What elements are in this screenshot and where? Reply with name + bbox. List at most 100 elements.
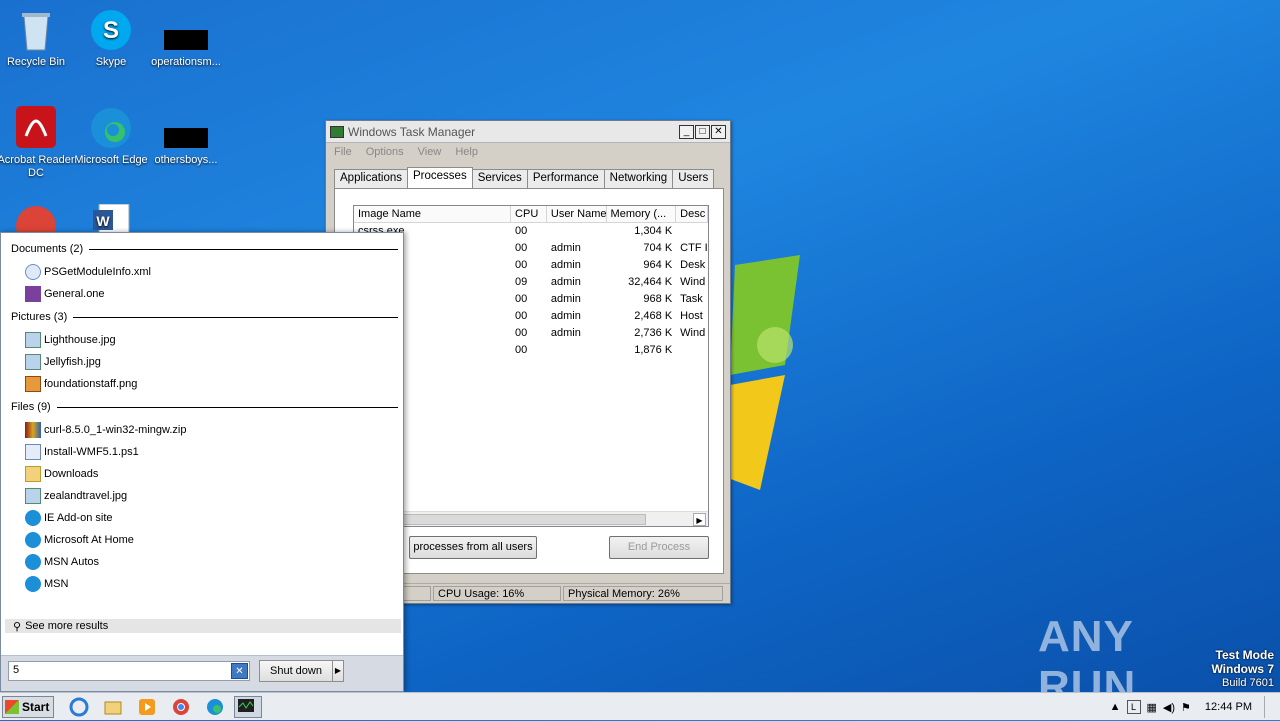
column-user-name[interactable]: User Name	[547, 206, 607, 222]
see-more-results[interactable]: ⚲ See more results	[5, 619, 401, 633]
result-psgetmoduleinfo[interactable]: PSGetModuleInfo.xml	[25, 262, 151, 282]
desktop-icon-acrobat[interactable]: Acrobat Reader DC	[0, 106, 76, 180]
process-memory-cell: 704 K	[643, 242, 673, 254]
taskbar-task-manager-icon[interactable]	[234, 696, 262, 718]
process-row[interactable]: exe09admin32,464 KWind	[354, 274, 708, 291]
result-foundationstaff[interactable]: foundationstaff.png	[25, 374, 137, 394]
maximize-button[interactable]: □	[695, 124, 710, 139]
desktop-icon-skype[interactable]: S Skype	[71, 8, 151, 69]
tray-volume-icon[interactable]: ◀)	[1163, 701, 1175, 714]
test-mode-text: Test Mode Windows 7 Build 7601	[1211, 648, 1274, 689]
taskbar-edge-icon[interactable]	[204, 696, 230, 718]
window-title: Windows Task Manager	[348, 124, 476, 139]
tab-networking[interactable]: Networking	[603, 169, 674, 188]
process-row[interactable]: exe00admin968 KTask	[354, 291, 708, 308]
process-row[interactable]: csrss.exe 00 1,304 K	[354, 223, 708, 240]
result-downloads[interactable]: Downloads	[25, 464, 98, 484]
result-msn[interactable]: MSN	[25, 574, 68, 594]
anyrun-watermark: ANY RUN	[1038, 612, 1137, 711]
image-file-icon	[25, 488, 41, 504]
tab-processes[interactable]: Processes	[407, 167, 473, 188]
process-cpu-cell: 00	[515, 344, 528, 356]
end-process-button[interactable]: End Process	[609, 536, 709, 559]
menu-view[interactable]: View	[418, 146, 442, 158]
tab-applications[interactable]: Applications	[334, 169, 409, 188]
edge-icon	[25, 554, 41, 570]
process-user-cell: admin	[550, 276, 581, 288]
process-cpu-cell: 00	[515, 225, 528, 237]
start-search-input[interactable]: 5 ✕	[8, 661, 250, 681]
process-cpu-cell: 00	[515, 327, 528, 339]
tray-overflow-arrow[interactable]: ▲	[1110, 701, 1121, 713]
column-image-name[interactable]: Image Name	[354, 206, 512, 222]
skype-icon: S	[89, 8, 133, 52]
desktop-icon-recycle-bin[interactable]: Recycle Bin	[0, 8, 76, 69]
taskbar-explorer-icon[interactable]	[102, 696, 128, 718]
edge-icon	[25, 510, 41, 526]
tab-users[interactable]: Users	[672, 169, 715, 188]
minimize-button[interactable]: _	[679, 124, 694, 139]
result-ie-addon-site[interactable]: IE Add-on site	[25, 508, 113, 528]
process-user-cell: admin	[550, 310, 581, 322]
taskbar-clock[interactable]: 12:44 PM	[1205, 701, 1252, 713]
recycle-bin-icon	[14, 8, 58, 52]
system-tray: ▲ L ▦ ◀) ⚑ 12:44 PM	[1110, 693, 1280, 721]
archive-file-icon	[25, 422, 41, 438]
result-msn-autos[interactable]: MSN Autos	[25, 552, 99, 572]
result-zealandtravel[interactable]: zealandtravel.jpg	[25, 486, 127, 506]
windows-flag-icon	[5, 700, 19, 714]
task-manager-titlebar[interactable]: Windows Task Manager _ □ ✕	[326, 121, 730, 143]
tray-language-icon[interactable]: L	[1126, 700, 1141, 714]
start-button[interactable]: Start	[2, 696, 54, 718]
process-description-cell: Wind	[680, 327, 706, 339]
desktop-icon-operations[interactable]: operationsm...	[146, 8, 226, 69]
process-user-cell: admin	[550, 259, 581, 271]
tab-performance[interactable]: Performance	[526, 169, 605, 188]
process-cpu-cell: 00	[515, 242, 528, 254]
column-cpu[interactable]: CPU	[511, 206, 547, 222]
horizontal-scrollbar[interactable]: ▶	[354, 511, 708, 526]
desktop-icon-othersboys[interactable]: othersboys...	[146, 106, 226, 167]
menu-help[interactable]: Help	[455, 146, 478, 158]
result-general-one[interactable]: General.one	[25, 284, 105, 304]
tray-flag-icon[interactable]: ⚑	[1181, 701, 1191, 714]
result-microsoft-at-home[interactable]: Microsoft At Home	[25, 530, 134, 550]
process-user-cell: admin	[550, 327, 581, 339]
result-lighthouse[interactable]: Lighthouse.jpg	[25, 330, 116, 350]
show-all-processes-button[interactable]: processes from all users	[409, 536, 537, 559]
group-pictures: Pictures (3)	[11, 311, 398, 323]
process-cpu-cell: 09	[515, 276, 528, 288]
tab-services[interactable]: Services	[471, 169, 528, 188]
process-row[interactable]: exe001,876 K	[354, 342, 708, 359]
process-description-cell	[676, 223, 708, 240]
redacted-file-icon	[164, 8, 208, 52]
clear-search-button[interactable]: ✕	[231, 663, 248, 679]
process-row[interactable]: exe00admin2,736 KWind	[354, 325, 708, 342]
process-row[interactable]: exe00admin2,468 KHost	[354, 308, 708, 325]
process-list[interactable]: Image Name CPU User Name Memory (... Des…	[353, 205, 709, 527]
process-row[interactable]: xe00admin704 KCTF I	[354, 240, 708, 257]
menu-file[interactable]: File	[334, 146, 352, 158]
process-description-cell: CTF I	[680, 242, 708, 254]
taskbar-media-player-icon[interactable]	[136, 696, 162, 718]
shutdown-button[interactable]: Shut down	[259, 660, 333, 682]
result-jellyfish[interactable]: Jellyfish.jpg	[25, 352, 101, 372]
process-row[interactable]: 00 admin 964 K Desk	[354, 257, 708, 274]
taskbar-chrome-icon[interactable]	[170, 696, 196, 718]
start-menu[interactable]: Documents (2) PSGetModuleInfo.xml Genera…	[0, 232, 404, 692]
column-memory[interactable]: Memory (...	[607, 206, 677, 222]
desktop-icon-edge[interactable]: Microsoft Edge	[71, 106, 151, 167]
group-documents: Documents (2)	[11, 243, 398, 255]
taskbar-ie-icon[interactable]	[68, 696, 94, 718]
show-desktop-button[interactable]	[1264, 696, 1274, 718]
shutdown-options-arrow[interactable]: ▶	[332, 660, 344, 682]
column-description[interactable]: Desc	[676, 206, 708, 222]
process-memory-cell: 2,736 K	[634, 327, 673, 339]
scroll-right-arrow[interactable]: ▶	[693, 513, 706, 526]
tray-network-icon[interactable]: ▦	[1147, 701, 1157, 714]
script-file-icon	[25, 444, 41, 460]
result-install-wmf[interactable]: Install-WMF5.1.ps1	[25, 442, 139, 462]
menu-options[interactable]: Options	[366, 146, 404, 158]
result-curl-zip[interactable]: curl-8.5.0_1-win32-mingw.zip	[25, 420, 186, 440]
close-button[interactable]: ✕	[711, 124, 726, 139]
